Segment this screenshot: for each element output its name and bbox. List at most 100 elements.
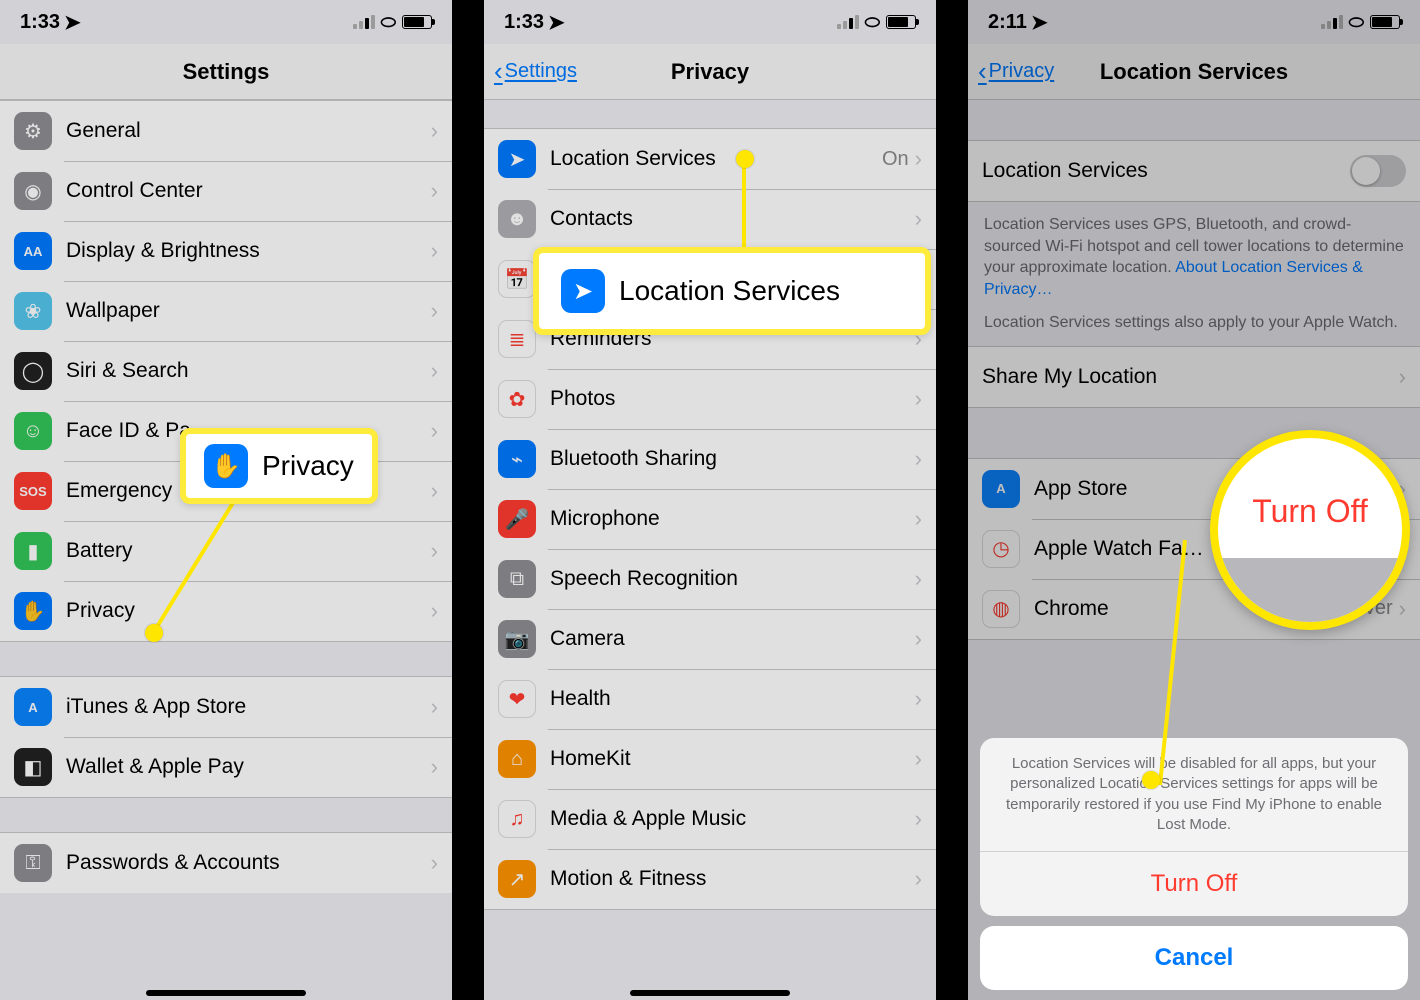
chevron-right-icon: › — [431, 598, 438, 624]
chevron-right-icon: › — [915, 626, 922, 652]
chevron-right-icon: › — [915, 566, 922, 592]
row-control-center[interactable]: ◉Control Center› — [0, 161, 452, 221]
row-microphone[interactable]: 🎤Microphone› — [484, 489, 936, 549]
chevron-right-icon: › — [915, 746, 922, 772]
back-button[interactable]: ‹Privacy — [978, 56, 1054, 87]
row-label: Camera — [550, 627, 915, 651]
home-indicator[interactable] — [146, 990, 306, 996]
row-general[interactable]: ⚙General› — [0, 101, 452, 161]
panel-location-services: 2:11 ➤ ⬭ ‹Privacy Location Services Loca… — [968, 0, 1420, 1000]
photos-icon: ✿ — [498, 380, 536, 418]
row-passwords[interactable]: ⚿Passwords & Accounts› — [0, 833, 452, 893]
chevron-right-icon: › — [431, 754, 438, 780]
contacts-icon: ☻ — [498, 200, 536, 238]
row-label: Photos — [550, 387, 915, 411]
row-contacts[interactable]: ☻Contacts› — [484, 189, 936, 249]
share-my-location-row[interactable]: Share My Location › — [968, 347, 1420, 407]
row-label: Display & Brightness — [66, 239, 431, 263]
faceid-icon: ☺ — [14, 412, 52, 450]
control-center-icon: ◉ — [14, 172, 52, 210]
callout-label: Turn Off — [1252, 493, 1368, 530]
row-photos[interactable]: ✿ Photos› — [484, 369, 936, 429]
row-homekit[interactable]: ⌂ HomeKit› — [484, 729, 936, 789]
row-health[interactable]: ❤Health› — [484, 669, 936, 729]
settings-list[interactable]: ⚙General›◉Control Center› AA Display & Bri… — [0, 100, 452, 642]
panel-privacy: 1:33 ➤ ⬭ ‹Settings Privacy ➤Location Ser… — [484, 0, 936, 1000]
chevron-right-icon: › — [915, 866, 922, 892]
share-group: Share My Location › — [968, 346, 1420, 408]
row-media[interactable]: ♫ Media & Apple Music› — [484, 789, 936, 849]
location-services-toggle-row[interactable]: Location Services — [968, 141, 1420, 201]
chevron-right-icon: › — [431, 478, 438, 504]
row-label: Privacy — [66, 599, 431, 623]
toggle-row-group: Location Services — [968, 140, 1420, 202]
chevron-right-icon: › — [915, 806, 922, 832]
signal-icon — [353, 15, 375, 29]
status-time: 1:33 — [504, 11, 544, 34]
status-time: 1:33 — [20, 11, 60, 34]
privacy-list[interactable]: ➤Location ServicesOn›☻Contacts›📅Calendar… — [484, 128, 936, 910]
row-battery[interactable]: ▮Battery› — [0, 521, 452, 581]
chevron-right-icon: › — [915, 386, 922, 412]
row-camera[interactable]: 📷Camera› — [484, 609, 936, 669]
signal-icon — [837, 15, 859, 29]
row-location[interactable]: ➤Location ServicesOn› — [484, 129, 936, 189]
settings-list-3[interactable]: ⚿Passwords & Accounts› — [0, 832, 452, 893]
location-arrow-icon: ➤ — [548, 10, 565, 35]
location-arrow-icon: ➤ — [64, 10, 81, 35]
chevron-right-icon: › — [431, 850, 438, 876]
row-motion[interactable]: ↗Motion & Fitness› — [484, 849, 936, 909]
chevron-right-icon: › — [431, 118, 438, 144]
chevron-right-icon: › — [431, 298, 438, 324]
home-indicator[interactable] — [630, 990, 790, 996]
speech-icon: ⧉ — [498, 560, 536, 598]
row-itunes[interactable]: AiTunes & App Store› — [0, 677, 452, 737]
calendars-icon: 📅 — [498, 260, 536, 298]
row-speech[interactable]: ⧉Speech Recognition› — [484, 549, 936, 609]
row-display[interactable]: AADisplay & Brightness› — [0, 221, 452, 281]
row-label: Motion & Fitness — [550, 867, 915, 891]
settings-list-2[interactable]: AiTunes & App Store› ◧ Wallet & Apple Pay› — [0, 676, 452, 798]
row-label: Siri & Search — [66, 359, 431, 383]
row-label: Wallpaper — [66, 299, 431, 323]
chevron-left-icon: ‹ — [978, 56, 987, 87]
hand-icon: ✋ — [204, 444, 248, 488]
row-siri[interactable]: ◯Siri & Search› — [0, 341, 452, 401]
chevron-right-icon: › — [431, 418, 438, 444]
row-label: General — [66, 119, 431, 143]
location-arrow-icon: ➤ — [1031, 10, 1048, 35]
chrome-icon: ◍ — [982, 590, 1020, 628]
row-label: Wallet & Apple Pay — [66, 755, 431, 779]
chevron-right-icon: › — [915, 506, 922, 532]
status-bar: 1:33 ➤ ⬭ — [484, 0, 936, 44]
page-title: Location Services — [1100, 59, 1288, 85]
toggle-label: Location Services — [982, 159, 1350, 183]
chevron-left-icon: ‹ — [494, 56, 503, 87]
row-wallpaper[interactable]: ❀Wallpaper› — [0, 281, 452, 341]
privacy-icon: ✋ — [14, 592, 52, 630]
navbar: Settings — [0, 44, 452, 100]
media-icon: ♫ — [498, 800, 536, 838]
navbar: ‹Settings Privacy — [484, 44, 936, 100]
row-privacy[interactable]: ✋ Privacy› — [0, 581, 452, 641]
chevron-right-icon: › — [1399, 364, 1406, 390]
share-label: Share My Location — [982, 365, 1399, 389]
callout-label: Privacy — [262, 450, 354, 482]
display-icon: AA — [14, 232, 52, 270]
row-label: Health — [550, 687, 915, 711]
homekit-icon: ⌂ — [498, 740, 536, 778]
toggle-switch[interactable] — [1350, 155, 1406, 187]
highlight-dot — [145, 624, 163, 642]
row-label: Media & Apple Music — [550, 807, 915, 831]
row-label: HomeKit — [550, 747, 915, 771]
back-button[interactable]: ‹Settings — [494, 56, 577, 87]
row-label: Bluetooth Sharing — [550, 447, 915, 471]
cancel-button[interactable]: Cancel — [980, 926, 1408, 990]
callout-location-services: ➤ Location Services — [533, 247, 931, 335]
wallet-icon: ◧ — [14, 748, 52, 786]
row-wallet[interactable]: ◧ Wallet & Apple Pay› — [0, 737, 452, 797]
turn-off-button[interactable]: Turn Off — [980, 852, 1408, 916]
navbar: ‹Privacy Location Services — [968, 44, 1420, 100]
row-bluetooth[interactable]: ⌁Bluetooth Sharing› — [484, 429, 936, 489]
row-label: Location Services — [550, 147, 882, 171]
